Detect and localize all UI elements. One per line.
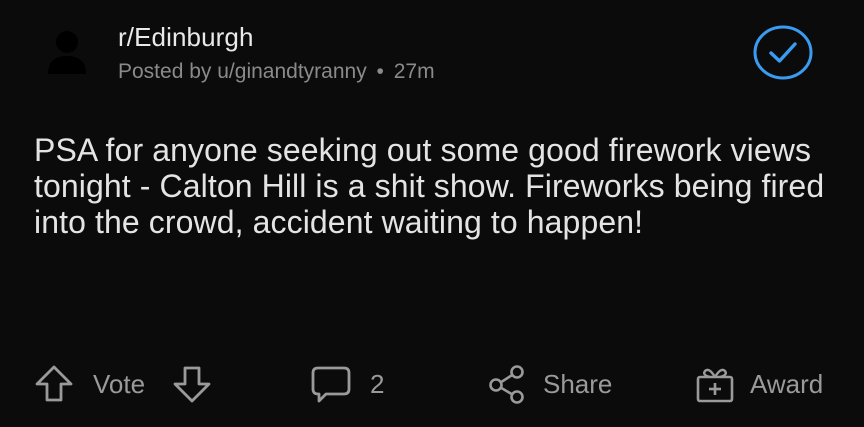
- comment-bubble-icon: [311, 366, 351, 403]
- post-meta: Posted by u/ginandtyranny • 27m: [118, 60, 435, 84]
- posted-by-label: Posted by: [118, 60, 212, 83]
- post-age: 27m: [393, 60, 435, 83]
- check-circle-icon: [753, 25, 813, 80]
- comment-count: 2: [370, 368, 385, 399]
- arrow-up-icon: [35, 365, 73, 402]
- downvote-button[interactable]: [172, 356, 216, 412]
- award-button[interactable]: Award: [694, 356, 823, 412]
- meta-separator: •: [376, 60, 384, 83]
- subreddit-name[interactable]: r/Edinburgh: [118, 22, 254, 53]
- action-bar: Vote 2 Share Award: [0, 356, 864, 412]
- share-button[interactable]: Share: [487, 356, 612, 412]
- upvote-button[interactable]: [34, 356, 78, 412]
- share-icon: [489, 365, 524, 404]
- gift-icon: [696, 368, 734, 403]
- avatar-icon: [48, 31, 86, 74]
- share-label: Share: [543, 368, 613, 399]
- author-link[interactable]: u/ginandtyranny: [217, 60, 366, 83]
- comments-button[interactable]: 2: [310, 356, 384, 412]
- vote-label: Vote: [93, 368, 146, 399]
- mod-approve-button[interactable]: [753, 25, 813, 80]
- arrow-down-icon: [173, 366, 211, 403]
- post-title[interactable]: PSA for anyone seeking out some good fir…: [34, 132, 834, 240]
- award-label: Award: [750, 368, 824, 399]
- avatar[interactable]: [44, 28, 90, 74]
- post-card: r/Edinburgh Posted by u/ginandtyranny • …: [0, 0, 864, 427]
